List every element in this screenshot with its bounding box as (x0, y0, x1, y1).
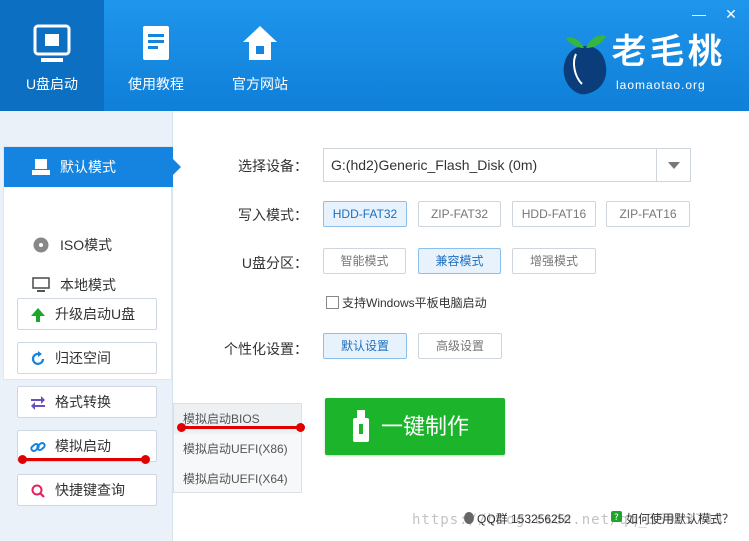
sim-bios-item[interactable]: 模拟启动BIOS (174, 404, 301, 434)
write-mode-zip-fat32[interactable]: ZIP-FAT32 (418, 201, 501, 227)
upgrade-usb-label: 升级启动U盘 (55, 306, 136, 322)
monitor-icon (32, 277, 50, 292)
help-link-label: 如何使用默认模式？ (626, 512, 735, 526)
write-mode-zip-fat16[interactable]: ZIP-FAT16 (606, 201, 690, 227)
usb-drive-icon (32, 159, 50, 175)
sidebar: 默认模式 ISO模式 本地模式 升级启动U盘 归还空间 格式转换 模拟启动 快捷… (0, 111, 181, 541)
write-mode-hdd-fat32[interactable]: HDD-FAT32 (323, 201, 407, 227)
nav-usb-boot[interactable]: U盘启动 (0, 0, 104, 111)
personalize-label: 个性化设置： (224, 341, 308, 357)
format-convert-label: 格式转换 (55, 394, 111, 410)
annotation-dot (177, 423, 186, 432)
qq-group-text: QQ群 153256252 (463, 510, 571, 527)
hotkey-lookup-button[interactable]: 快捷键查询 (17, 474, 157, 506)
mode-local-label: 本地模式 (60, 277, 116, 293)
write-mode-label: 写入模式： (238, 207, 308, 223)
nav-official-site[interactable]: 官方网站 (208, 0, 312, 111)
link-icon (30, 442, 46, 452)
disc-icon (33, 237, 49, 253)
help-link[interactable]: ? 如何使用默认模式？ (611, 510, 734, 527)
mode-iso[interactable]: ISO模式 (4, 225, 173, 265)
windows-tablet-checkbox[interactable] (326, 296, 339, 309)
simulate-boot-menu: 模拟启动BIOS 模拟启动UEFI(X86) 模拟启动UEFI(X64) (173, 403, 302, 493)
device-label: 选择设备： (238, 158, 308, 174)
sim-uefi-x86-item[interactable]: 模拟启动UEFI(X86) (174, 434, 301, 464)
nav-usb-boot-label: U盘启动 (25, 76, 79, 92)
mode-default-label: 默认模式 (60, 159, 116, 175)
close-button[interactable]: ✕ (722, 6, 740, 22)
partition-smart[interactable]: 智能模式 (323, 248, 406, 274)
refresh-icon (31, 351, 45, 365)
annotation-line (181, 426, 301, 429)
sim-uefi-x64-item[interactable]: 模拟启动UEFI(X64) (174, 464, 301, 494)
mode-iso-label: ISO模式 (60, 237, 113, 253)
windows-tablet-label: 支持Windows平板电脑启动 (342, 296, 487, 310)
qq-group-label: QQ群 153256252 (477, 512, 572, 526)
format-convert-button[interactable]: 格式转换 (17, 386, 157, 418)
annotation-dot (296, 423, 305, 432)
home-icon (243, 26, 277, 60)
arrow-up-icon (31, 308, 45, 322)
one-click-make-button[interactable]: 一键制作 (325, 398, 505, 455)
chevron-down-icon[interactable] (656, 149, 690, 181)
book-icon (143, 26, 169, 60)
nav-tutorial-label: 使用教程 (128, 76, 184, 92)
hotkey-lookup-label: 快捷键查询 (55, 482, 125, 498)
device-select[interactable]: G:(hd2)Generic_Flash_Disk (0m) (323, 148, 691, 182)
personalize-default[interactable]: 默认设置 (323, 333, 407, 359)
convert-arrows-icon (31, 396, 45, 410)
logo-subtitle: laomaotao.org (616, 78, 706, 92)
minimize-button[interactable]: — (690, 6, 708, 22)
logo: 老毛桃 laomaotao.org (560, 22, 735, 102)
annotation-line (22, 458, 146, 461)
partition-label: U盘分区： (241, 255, 308, 271)
restore-space-button[interactable]: 归还空间 (17, 342, 157, 374)
partition-enhanced[interactable]: 增强模式 (512, 248, 596, 274)
mode-default[interactable]: 默认模式 (4, 147, 181, 187)
annotation-dot (141, 455, 150, 464)
logo-title: 老毛桃 (612, 32, 726, 72)
restore-space-label: 归还空间 (55, 350, 111, 366)
upgrade-usb-button[interactable]: 升级启动U盘 (17, 298, 157, 330)
nav-official-site-label: 官方网站 (232, 76, 288, 92)
personalize-advanced[interactable]: 高级设置 (418, 333, 502, 359)
help-icon: ? (611, 511, 622, 522)
header: U盘启动 使用教程 官方网站 — ✕ 老毛桃 laomaotao.org (0, 0, 749, 111)
qq-penguin-icon (464, 512, 474, 524)
svg-text:?: ? (614, 513, 619, 522)
usb-drive-icon (33, 24, 71, 62)
usb-stick-icon (353, 410, 369, 442)
search-icon (31, 484, 45, 498)
device-select-value: G:(hd2)Generic_Flash_Disk (0m) (331, 157, 538, 173)
partition-compatible[interactable]: 兼容模式 (418, 248, 501, 274)
nav-tutorial[interactable]: 使用教程 (104, 0, 208, 111)
write-mode-hdd-fat16[interactable]: HDD-FAT16 (512, 201, 596, 227)
one-click-make-label: 一键制作 (381, 414, 470, 439)
simulate-boot-label: 模拟启动 (55, 438, 111, 454)
annotation-dot (18, 455, 27, 464)
peach-logo-icon (563, 35, 607, 95)
